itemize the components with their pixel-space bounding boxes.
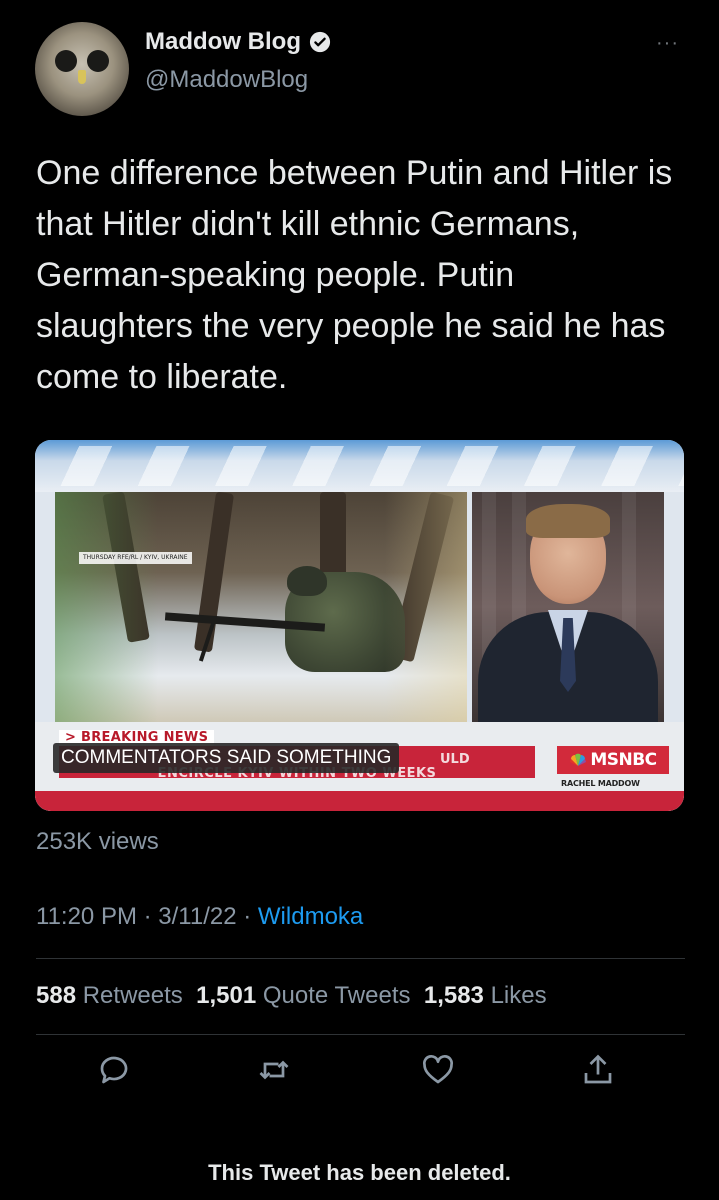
quotes-stat[interactable]: 1,501 Quote Tweets bbox=[196, 982, 410, 1009]
network-name: MSNBC bbox=[590, 750, 657, 770]
peacock-icon bbox=[570, 753, 587, 766]
chyron-headline-fragment: ULD bbox=[440, 752, 470, 767]
retweet-icon bbox=[259, 1060, 289, 1080]
reply-icon bbox=[100, 1056, 128, 1084]
graphic-stripes bbox=[35, 446, 684, 486]
share-button[interactable] bbox=[580, 1052, 620, 1092]
chyron-bottom-stripe bbox=[35, 791, 684, 811]
tweet-meta: 11:20 PM · 3/11/22 · Wildmoka bbox=[36, 903, 363, 931]
reply-button[interactable] bbox=[96, 1052, 136, 1092]
deleted-notice: This Tweet has been deleted. bbox=[208, 1160, 511, 1185]
owl-beak bbox=[78, 70, 86, 84]
owl-left-eye bbox=[55, 50, 77, 72]
retweets-stat[interactable]: 588 Retweets bbox=[36, 982, 183, 1009]
divider bbox=[36, 958, 685, 959]
likes-count: 1,583 bbox=[423, 982, 484, 1009]
source-app-link[interactable]: Wildmoka bbox=[258, 903, 363, 930]
more-options-icon[interactable]: ··· bbox=[656, 32, 679, 55]
tweet-media-video[interactable]: THURSDAY RFE/RL / KYIV, UKRAINE > BREAKI… bbox=[35, 440, 684, 811]
video-feed-left: THURSDAY RFE/RL / KYIV, UKRAINE bbox=[55, 492, 467, 722]
show-name: RACHEL MADDOW bbox=[561, 779, 640, 788]
caption-overlay: COMMENTATORS SAID SOMETHING bbox=[53, 743, 400, 773]
tweet-text: One difference between Putin and Hitler … bbox=[36, 154, 673, 396]
retweets-label: Retweets bbox=[82, 982, 183, 1009]
verified-badge-icon bbox=[309, 31, 331, 53]
name-row[interactable]: Maddow Blog bbox=[145, 28, 331, 56]
share-icon bbox=[584, 1054, 612, 1084]
tweet-header: Maddow Blog @MaddowBlog ··· bbox=[35, 22, 689, 116]
display-name[interactable]: Maddow Blog bbox=[145, 28, 301, 56]
likes-stat[interactable]: 1,583 Likes bbox=[424, 982, 547, 1009]
like-button[interactable] bbox=[420, 1052, 460, 1092]
likes-label: Likes bbox=[490, 982, 547, 1009]
video-feed-right bbox=[472, 492, 664, 722]
quotes-label: Quote Tweets bbox=[262, 982, 411, 1009]
quotes-count: 1,501 bbox=[196, 982, 257, 1009]
engagement-stats: 588 Retweets 1,501 Quote Tweets 1,583 Li… bbox=[36, 982, 547, 1010]
avatar[interactable] bbox=[35, 22, 129, 116]
owl-right-eye bbox=[87, 50, 109, 72]
retweets-count: 588 bbox=[36, 982, 77, 1009]
retweet-button[interactable] bbox=[256, 1052, 296, 1092]
divider bbox=[36, 1034, 685, 1035]
user-handle[interactable]: @MaddowBlog bbox=[145, 66, 308, 94]
tweet-timestamp[interactable]: 11:20 PM · 3/11/22 · bbox=[36, 903, 258, 930]
video-location-tag: THURSDAY RFE/RL / KYIV, UKRAINE bbox=[79, 552, 192, 564]
network-logo: MSNBC bbox=[557, 746, 669, 774]
action-bar bbox=[96, 1052, 636, 1092]
commentator-hair bbox=[526, 504, 610, 538]
chyron-bar: > BREAKING NEWS ULD ENCIRCLE KYIV WITHIN… bbox=[35, 722, 684, 811]
video-vignette bbox=[55, 492, 467, 722]
like-icon bbox=[423, 1055, 453, 1084]
view-count: 253K views bbox=[36, 828, 159, 855]
